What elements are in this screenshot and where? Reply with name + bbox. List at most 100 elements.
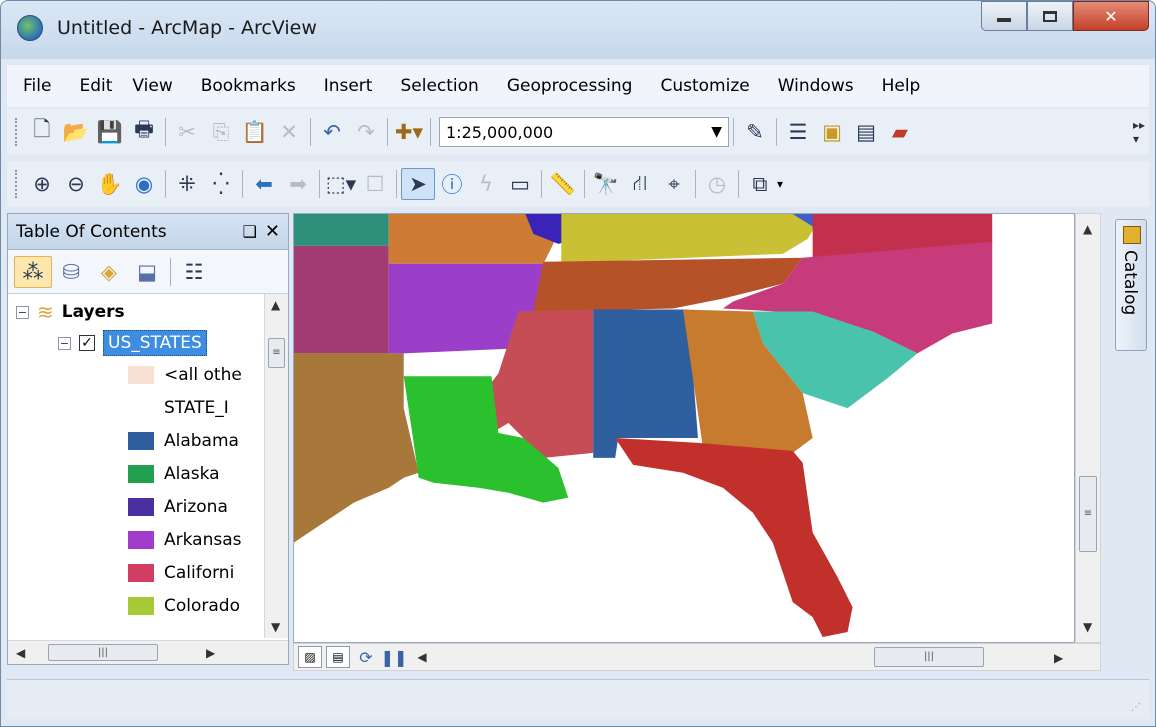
close-button[interactable]: ✕ xyxy=(1073,1,1149,31)
pin-icon[interactable]: ❑ xyxy=(243,222,257,241)
paste-icon[interactable]: 📋 xyxy=(238,116,272,148)
arctoolbox-icon[interactable]: ▰ xyxy=(883,116,917,148)
list-by-visibility-icon[interactable]: ◈ xyxy=(90,256,128,288)
copy-icon[interactable]: ⎘ xyxy=(204,116,238,148)
list-by-drawing-order-icon[interactable]: ⁂ xyxy=(14,255,52,288)
hyperlink-icon[interactable]: ϟ xyxy=(469,168,503,200)
zoom-in-icon[interactable]: ⊕ xyxy=(25,168,59,200)
list-by-selection-icon[interactable]: ⬓ xyxy=(128,256,166,288)
state-alabama[interactable] xyxy=(593,309,698,458)
delete-icon[interactable]: ✕ xyxy=(272,116,306,148)
map-vertical-scrollbar[interactable]: ▲ ≡ ▼ xyxy=(1075,213,1101,643)
catalog-window-icon[interactable]: ▣ xyxy=(815,116,849,148)
go-to-xy-icon[interactable]: ⌖ xyxy=(657,168,691,200)
state-kentucky[interactable] xyxy=(561,214,823,262)
layers-root[interactable]: − ≋ Layers xyxy=(16,296,125,328)
legend-other-values[interactable]: <all othe xyxy=(128,359,242,391)
scroll-right-icon[interactable]: ▶ xyxy=(1054,651,1063,665)
toolbar-grip[interactable] xyxy=(15,118,19,146)
scroll-up-icon[interactable]: ▲ xyxy=(1083,222,1092,236)
editor-toolbar-icon[interactable]: ✎ xyxy=(738,116,772,148)
select-elements-icon[interactable]: ➤ xyxy=(401,168,435,200)
select-features-icon[interactable]: ⬚▾ xyxy=(324,168,358,200)
scroll-left-icon[interactable]: ◀ xyxy=(16,646,25,660)
fixed-zoom-in-icon[interactable]: ⁜ xyxy=(170,168,204,200)
state-texas[interactable] xyxy=(294,353,419,543)
menu-customize[interactable]: Customize xyxy=(660,76,749,96)
toc-vertical-scrollbar[interactable]: ▲ ≡ ▼ xyxy=(264,294,288,638)
state-kansas[interactable] xyxy=(294,214,389,246)
menu-bookmarks[interactable]: Bookmarks xyxy=(201,76,296,96)
clear-selection-icon[interactable]: ☐ xyxy=(358,168,392,200)
map-display[interactable] xyxy=(293,213,1075,643)
state-oklahoma[interactable] xyxy=(294,245,389,354)
layer-us-states[interactable]: − ✓ US_STATES xyxy=(58,327,207,359)
close-icon[interactable]: ✕ xyxy=(265,221,280,242)
menu-view[interactable]: View xyxy=(132,76,172,96)
measure-icon[interactable]: 📏 xyxy=(546,168,580,200)
new-document-icon[interactable]: 🗋 xyxy=(25,116,59,148)
forward-extent-icon[interactable]: ➡ xyxy=(281,168,315,200)
title-bar[interactable]: Untitled - ArcMap - ArcView ✕ xyxy=(1,1,1155,59)
find-route-icon[interactable]: ⛙ xyxy=(623,168,657,200)
full-extent-icon[interactable]: ◉ xyxy=(127,168,161,200)
toolbar-grip[interactable] xyxy=(15,170,19,198)
data-view-icon[interactable]: ▨ xyxy=(298,646,322,668)
legend-item[interactable]: Californi xyxy=(128,557,234,589)
scroll-up-icon[interactable]: ▲ xyxy=(271,298,280,312)
scroll-right-icon[interactable]: ▶ xyxy=(206,646,215,660)
scroll-left-icon[interactable]: ◀ xyxy=(410,646,434,668)
resize-grip-icon[interactable]: ⋰ xyxy=(1131,702,1141,713)
search-window-icon[interactable]: ▤ xyxy=(849,116,883,148)
zoom-out-icon[interactable]: ⊖ xyxy=(59,168,93,200)
back-extent-icon[interactable]: ⬅ xyxy=(247,168,281,200)
collapse-icon[interactable]: − xyxy=(58,336,71,350)
table-of-contents-icon[interactable]: ☰ xyxy=(781,116,815,148)
legend-item[interactable]: Colorado xyxy=(128,590,240,622)
state-florida[interactable] xyxy=(615,437,853,638)
layout-view-icon[interactable]: ▤ xyxy=(326,646,350,668)
layer-visibility-checkbox[interactable]: ✓ xyxy=(79,335,95,351)
minimize-button[interactable] xyxy=(981,1,1027,31)
create-viewer-window-icon[interactable]: ⧉ xyxy=(743,168,777,200)
maximize-button[interactable] xyxy=(1027,1,1073,31)
menu-edit[interactable]: Edit xyxy=(79,76,112,96)
pan-icon[interactable]: ✋ xyxy=(93,168,127,200)
legend-item[interactable]: Arkansas xyxy=(128,524,242,556)
legend-item[interactable]: Alaska xyxy=(128,458,220,490)
save-icon[interactable]: 💾 xyxy=(93,116,127,148)
collapse-icon[interactable]: − xyxy=(16,305,29,319)
legend-item[interactable]: Arizona xyxy=(128,491,228,523)
cut-icon[interactable]: ✂ xyxy=(170,116,204,148)
menu-file[interactable]: File xyxy=(23,76,51,96)
scroll-down-icon[interactable]: ▼ xyxy=(271,620,280,634)
scroll-thumb[interactable]: ||| xyxy=(874,647,984,667)
toolbar-overflow-icon[interactable]: ▾ xyxy=(777,177,783,191)
list-by-source-icon[interactable]: ⛁ xyxy=(52,256,90,288)
add-data-icon[interactable]: ✚▾ xyxy=(392,116,426,148)
time-slider-icon[interactable]: ◷ xyxy=(700,168,734,200)
toolbar-overflow-icon[interactable]: ▸▸ ▾ xyxy=(1133,118,1145,146)
pause-drawing-icon[interactable]: ❚❚ xyxy=(381,646,408,668)
print-icon[interactable]: 🖶 xyxy=(127,116,161,148)
options-icon[interactable]: ☷ xyxy=(175,256,213,288)
menu-help[interactable]: Help xyxy=(882,76,921,96)
menu-windows[interactable]: Windows xyxy=(778,76,854,96)
fixed-zoom-out-icon[interactable]: ⁛ xyxy=(204,168,238,200)
refresh-icon[interactable]: ⟳ xyxy=(354,646,378,668)
html-popup-icon[interactable]: ▭ xyxy=(503,168,537,200)
menu-selection[interactable]: Selection xyxy=(400,76,478,96)
legend-item[interactable]: Alabama xyxy=(128,425,239,457)
catalog-tab[interactable]: Catalog xyxy=(1115,219,1147,351)
find-icon[interactable]: 🔭 xyxy=(589,168,623,200)
scroll-thumb[interactable]: ≡ xyxy=(1079,476,1097,552)
scroll-down-icon[interactable]: ▼ xyxy=(1083,620,1092,634)
layer-name-label[interactable]: US_STATES xyxy=(103,330,207,356)
redo-icon[interactable]: ↷ xyxy=(349,116,383,148)
scroll-thumb[interactable]: ||| xyxy=(48,644,158,661)
undo-icon[interactable]: ↶ xyxy=(315,116,349,148)
map-scale-dropdown[interactable]: 1:25,000,000 ▼ xyxy=(439,117,729,147)
toc-horizontal-scrollbar[interactable]: ◀ ||| ▶ xyxy=(8,640,288,664)
menu-insert[interactable]: Insert xyxy=(324,76,373,96)
identify-icon[interactable]: ⓘ xyxy=(435,168,469,200)
